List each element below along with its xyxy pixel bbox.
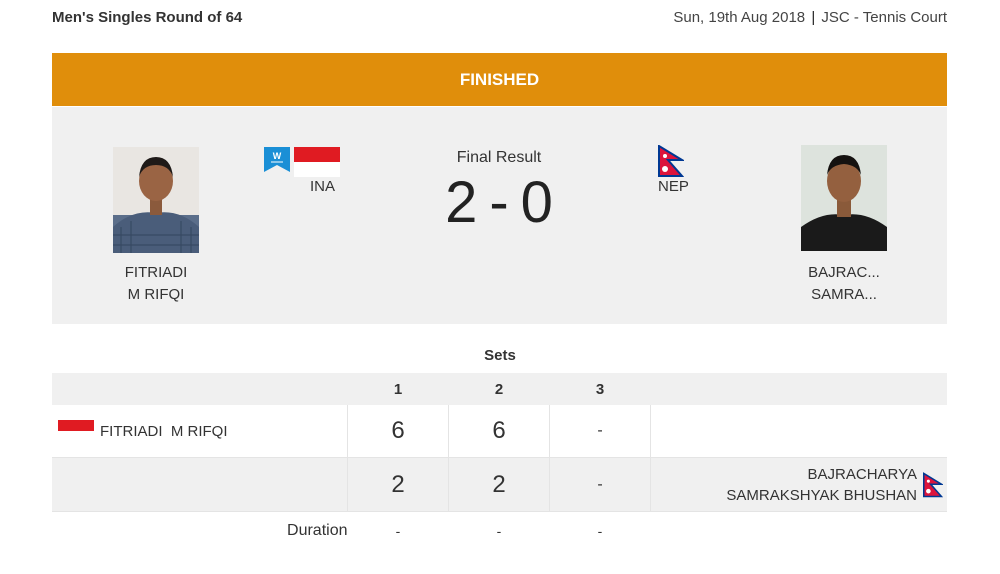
duration-set1: -	[347, 511, 449, 550]
event-venue: JSC - Tennis Court	[821, 9, 947, 26]
set-header-3: 3	[549, 373, 651, 405]
row-player-right: BAJRACHARYA SAMRAKSHYAK BHUSHAN	[650, 457, 947, 512]
meta-separator: |	[811, 9, 816, 26]
row-player-right-name-line2: SAMRAKSHYAK BHUSHAN	[726, 486, 917, 504]
duration-row: Duration - - -	[52, 511, 947, 550]
player-right-name-line2: SAMRA...	[811, 286, 877, 303]
nepal-flag-icon	[923, 471, 943, 497]
event-meta: Sun, 19th Aug 2018 | JSC - Tennis Court	[673, 9, 947, 26]
nepal-flag-icon	[658, 145, 684, 177]
player-left-country: INA	[310, 178, 336, 195]
set-header-2: 2	[448, 373, 550, 405]
score-right: 0	[520, 170, 553, 235]
player-right-photo[interactable]	[801, 145, 887, 251]
header-blank	[52, 373, 348, 405]
player-left-name[interactable]: FITRIADI M RIFQI	[86, 262, 226, 306]
player-left-photo[interactable]	[113, 147, 199, 253]
final-result-label: Final Result	[456, 149, 542, 166]
duration-set3: -	[549, 511, 651, 550]
sets-title: Sets	[484, 347, 516, 364]
final-score: 2 - 0	[399, 169, 599, 236]
row-blank-left	[52, 457, 348, 512]
status-bar: FINISHED	[52, 53, 947, 106]
header-blank-right	[650, 373, 947, 405]
player-right-name-line1: BAJRAC...	[808, 264, 880, 281]
duration-label: Duration	[52, 511, 348, 550]
row-player-left-name[interactable]: FITRIADI M RIFQI	[100, 423, 228, 440]
score-dash: -	[489, 170, 509, 235]
duration-set2: -	[448, 511, 550, 550]
indonesia-flag-icon	[294, 147, 340, 177]
score-left-set1: 6	[347, 405, 449, 458]
sets-header-row: 1 2 3	[52, 373, 947, 405]
row-player-right-name[interactable]: BAJRACHARYA SAMRAKSHYAK BHUSHAN	[726, 464, 917, 506]
score-right-set2: 2	[448, 457, 550, 512]
indonesia-flag-icon	[58, 420, 94, 442]
sets-table: 1 2 3 FITRIADI M RIFQI 6 6 - 2 2 - BAJRA…	[52, 373, 947, 550]
row-player-left: FITRIADI M RIFQI	[52, 405, 348, 458]
match-panel: FITRIADI M RIFQI W INA Final Result 2 - …	[52, 107, 947, 324]
score-left-set2: 6	[448, 405, 550, 458]
event-date: Sun, 19th Aug 2018	[673, 9, 806, 26]
player-right-name[interactable]: BAJRAC... SAMRA...	[774, 262, 914, 306]
score-right-set3: -	[549, 457, 651, 512]
event-title: Men's Singles Round of 64	[52, 9, 243, 26]
score-right-set1: 2	[347, 457, 449, 512]
row-blank-right	[650, 405, 947, 458]
table-row: 2 2 - BAJRACHARYA SAMRAKSHYAK BHUSHAN	[52, 457, 947, 512]
set-header-1: 1	[347, 373, 449, 405]
duration-blank	[650, 511, 947, 550]
player-right-country: NEP	[658, 178, 689, 195]
row-player-right-name-line1: BAJRACHARYA	[807, 465, 917, 483]
winner-badge-text: W	[273, 151, 282, 161]
player-left-name-line1: FITRIADI	[124, 264, 188, 281]
score-left: 2	[445, 170, 478, 235]
player-left-name-line2: M RIFQI	[127, 286, 185, 303]
score-left-set3: -	[549, 405, 651, 458]
status-label: FINISHED	[459, 69, 540, 89]
winner-badge-icon: W	[264, 147, 290, 172]
table-row: FITRIADI M RIFQI 6 6 -	[52, 405, 947, 458]
